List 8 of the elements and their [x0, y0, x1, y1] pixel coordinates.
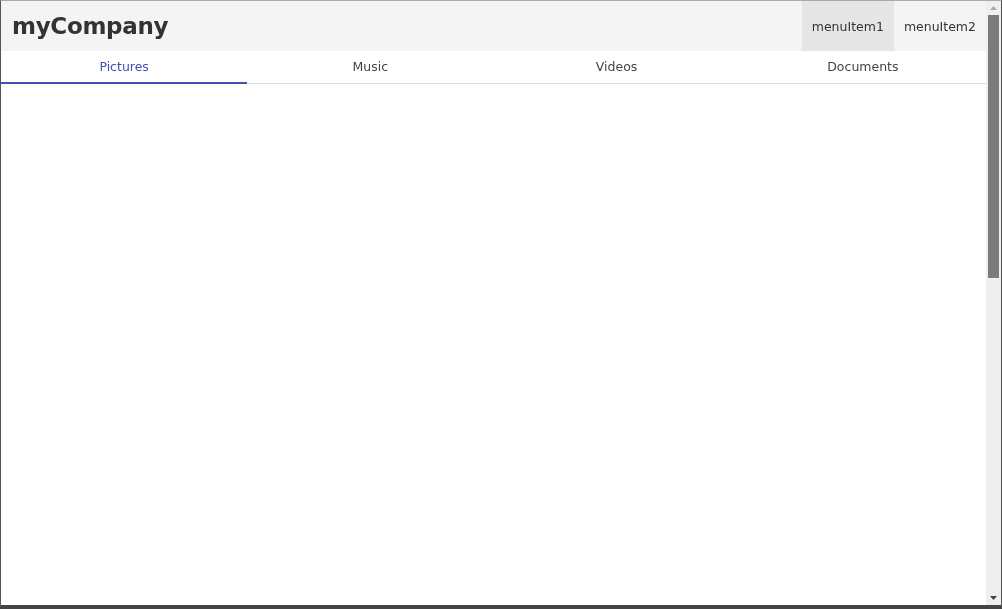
tab[interactable]: Documents — [739, 51, 986, 84]
scrollbar-thumb[interactable] — [988, 15, 999, 278]
brand-logo-text: myCompany — [11, 13, 170, 39]
menu-item[interactable]: menuItem1 — [801, 1, 894, 51]
menu-item[interactable]: menuItem2 — [893, 1, 986, 51]
tab[interactable]: Pictures — [1, 51, 248, 84]
tab[interactable]: Videos — [493, 51, 740, 84]
tab[interactable]: Music — [247, 51, 494, 84]
